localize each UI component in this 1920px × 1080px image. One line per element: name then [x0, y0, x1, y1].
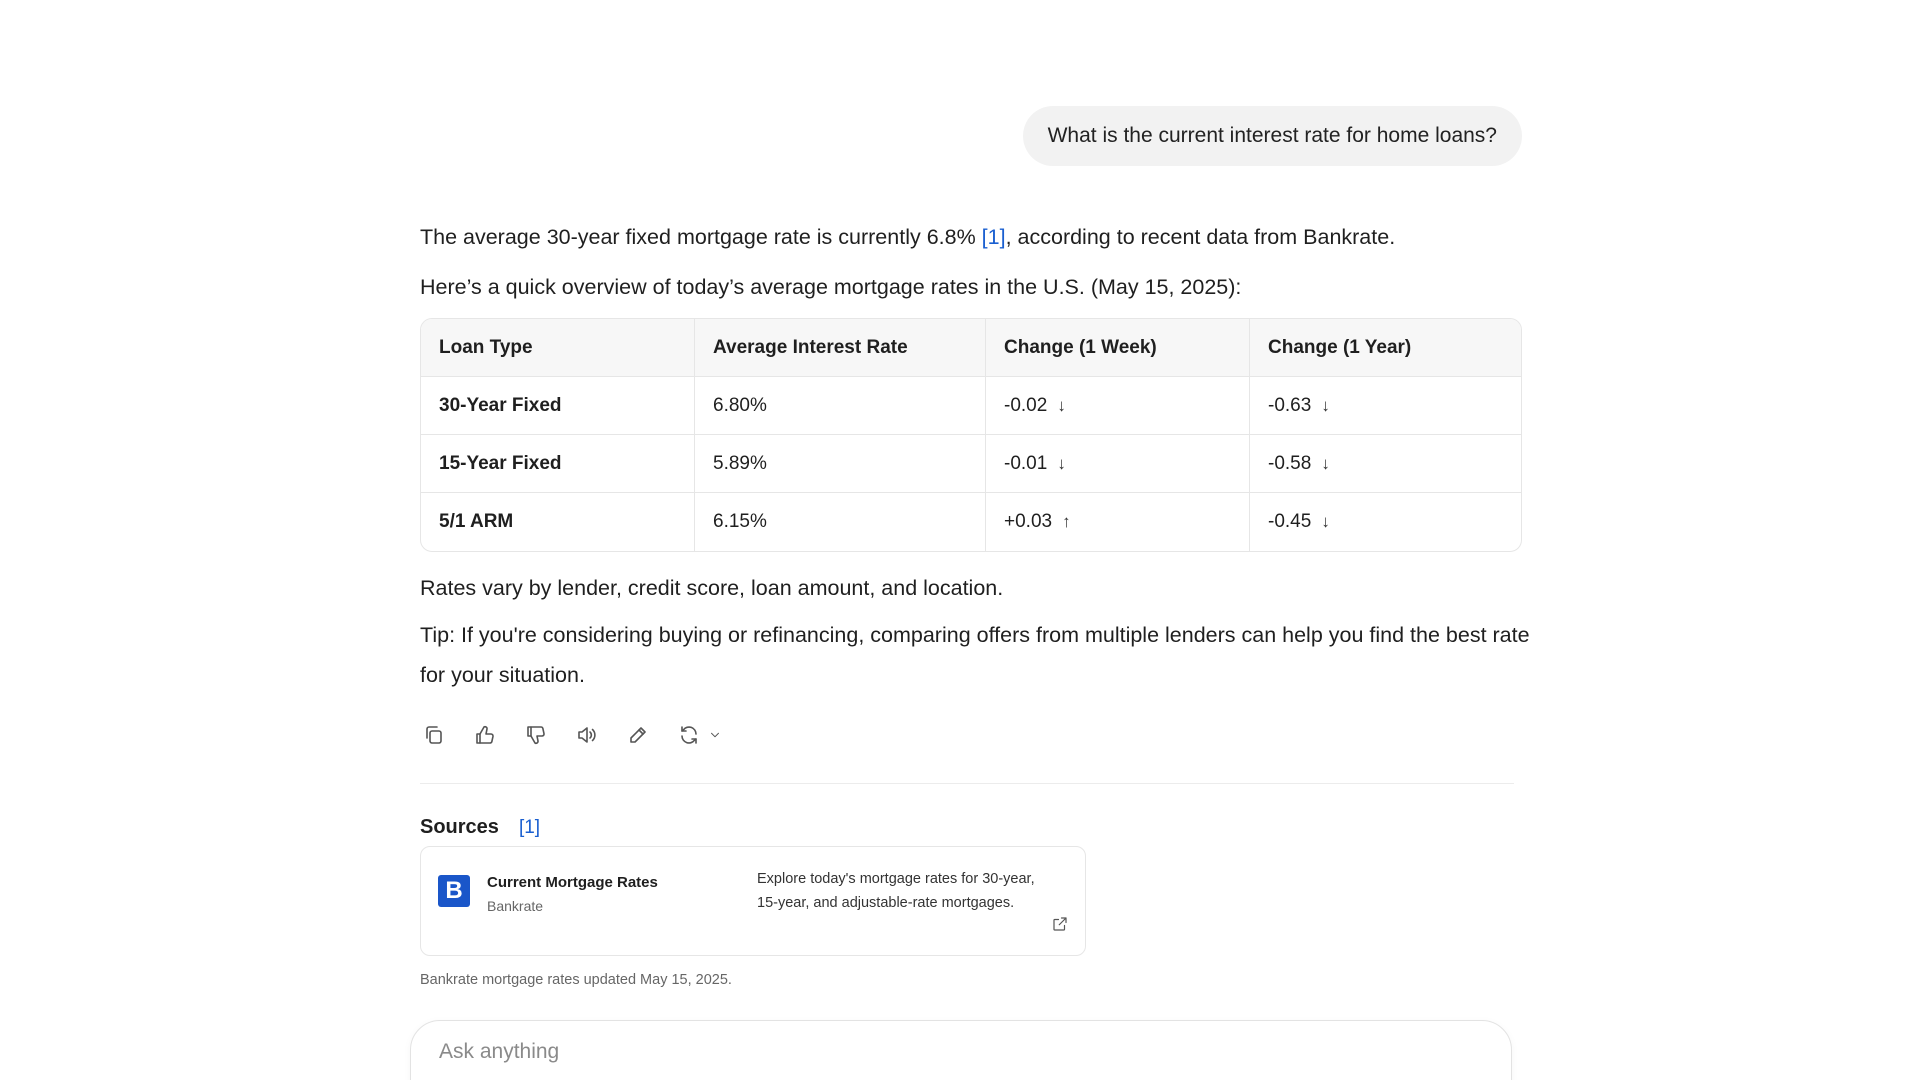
year-change-value: -0.63	[1268, 394, 1312, 416]
chat-page: What is the current interest rate for ho…	[0, 0, 1920, 1080]
rate-cell: 6.15%	[695, 493, 986, 551]
copy-button[interactable]	[420, 721, 448, 749]
edit-icon	[630, 727, 646, 743]
header-change-week: Change (1 Week)	[986, 319, 1250, 377]
model-switch-dropdown[interactable]	[707, 721, 723, 749]
source-site: Bankrate	[487, 898, 544, 914]
answer-paragraph-2: Here’s a quick overview of today’s avera…	[420, 275, 1242, 299]
year-change-value: -0.58	[1268, 452, 1312, 474]
header-average-rate: Average Interest Rate	[695, 319, 986, 377]
answer-text: The average 30-year fixed mortgage rate …	[420, 225, 982, 249]
open-external-button[interactable]	[1051, 915, 1069, 933]
arrow-down-icon: ↓	[1321, 453, 1330, 473]
week-change-cell: -0.01 ↓	[986, 435, 1250, 493]
year-change-cell: -0.63 ↓	[1250, 377, 1521, 435]
source-description: Explore today's mortgage rates for 30-ye…	[757, 871, 1035, 911]
week-change-cell: +0.03 ↑	[986, 493, 1250, 551]
thumbs-up-button[interactable]	[471, 721, 499, 749]
table-row: 30-Year Fixed 6.80% -0.02 ↓ -0.63 ↓	[421, 377, 1521, 435]
rate-cell: 5.89%	[695, 435, 986, 493]
sources-heading: Sources [1]	[420, 816, 540, 839]
year-change-value: -0.45	[1268, 511, 1312, 532]
table-header-row: Loan Type Average Interest Rate Change (…	[421, 319, 1521, 377]
read-aloud-button[interactable]	[573, 721, 601, 749]
user-message-text: What is the current interest rate for ho…	[1047, 124, 1497, 147]
arrow-down-icon: ↓	[1321, 395, 1330, 415]
bankrate-logo-icon: B	[438, 875, 470, 907]
week-change-value: +0.03	[1004, 511, 1053, 532]
answer-paragraph-3: Rates vary by lender, credit score, loan…	[420, 576, 1004, 600]
regenerate-icon	[681, 726, 697, 744]
chevron-down-icon	[711, 732, 719, 738]
arrow-down-icon: ↓	[1057, 395, 1066, 415]
week-change-value: -0.02	[1004, 394, 1048, 416]
week-change-value: -0.01	[1004, 452, 1048, 474]
loan-type-cell: 15-Year Fixed	[421, 435, 695, 493]
copy-icon	[426, 726, 442, 744]
week-change-cell: -0.02 ↓	[986, 377, 1250, 435]
source-title: Current Mortgage Rates	[487, 874, 658, 891]
divider	[420, 783, 1514, 784]
external-link-icon	[1053, 917, 1067, 931]
sources-footnote: Bankrate mortgage rates updated May 15, …	[420, 972, 732, 988]
arrow-down-icon: ↓	[1057, 453, 1066, 473]
answer-text: , according to recent data from Bankrate…	[1005, 225, 1396, 249]
thumbs-down-button[interactable]	[522, 721, 550, 749]
year-change-cell: -0.58 ↓	[1250, 435, 1521, 493]
table-row: 5/1 ARM 6.15% +0.03 ↑ -0.45 ↓	[421, 493, 1521, 551]
message-actions-bar	[420, 718, 746, 752]
regenerate-button[interactable]	[675, 721, 703, 749]
chat-composer	[410, 1020, 1512, 1080]
thumbs-down-icon	[527, 726, 545, 745]
answer-paragraph-4: Tip: If you're considering buying or ref…	[420, 623, 1530, 687]
ask-input[interactable]	[437, 1039, 1441, 1065]
header-change-year: Change (1 Year)	[1250, 319, 1521, 377]
table-row: 15-Year Fixed 5.89% -0.01 ↓ -0.58 ↓	[421, 435, 1521, 493]
edit-button[interactable]	[624, 721, 652, 749]
loan-type-cell: 5/1 ARM	[421, 493, 695, 551]
rate-cell: 6.80%	[695, 377, 986, 435]
sources-title: Sources	[420, 816, 499, 838]
loan-type-cell: 30-Year Fixed	[421, 377, 695, 435]
arrow-up-icon: ↑	[1062, 512, 1071, 531]
user-message-bubble: What is the current interest rate for ho…	[1022, 106, 1522, 166]
answer-paragraph-1: The average 30-year fixed mortgage rate …	[420, 217, 1530, 257]
mortgage-rates-table: Loan Type Average Interest Rate Change (…	[420, 318, 1522, 552]
thumbs-up-icon	[476, 725, 494, 744]
citation-link[interactable]: [1]	[982, 225, 1006, 249]
arrow-down-icon: ↓	[1321, 512, 1330, 531]
source-card-bankrate[interactable]: B Current Mortgage Rates Bankrate Explor…	[420, 846, 1086, 956]
sources-citation-link[interactable]: [1]	[519, 817, 540, 839]
year-change-cell: -0.45 ↓	[1250, 493, 1521, 551]
speaker-icon	[578, 727, 596, 743]
header-loan-type: Loan Type	[421, 319, 695, 377]
